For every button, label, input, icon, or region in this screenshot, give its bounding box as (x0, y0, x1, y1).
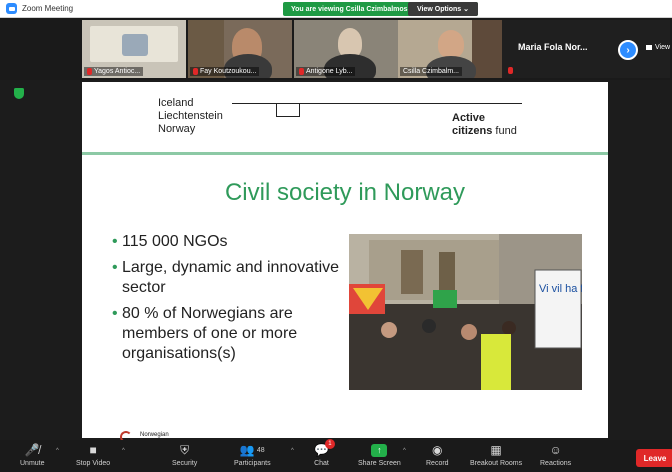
chat-unread-badge: 1 (324, 439, 335, 449)
view-options-label: View Options ⌄ (416, 6, 470, 13)
share-screen-icon: ↑ (371, 443, 388, 457)
header-divider (82, 152, 608, 155)
participant-name: Yagos Antioc... (84, 67, 144, 76)
window-title: Zoom Meeting (22, 4, 74, 13)
sign-text: Vi vil ha flere med (539, 283, 582, 295)
grid-icon (646, 45, 652, 50)
encryption-shield-icon[interactable] (14, 88, 24, 99)
person-face (438, 30, 464, 58)
view-switch[interactable]: View (646, 44, 670, 51)
chat-bubble-icon: 💬 1 (314, 439, 335, 458)
title-bar: Zoom Meeting You are viewing Csilla Czim… (0, 0, 672, 18)
wall-picture (122, 34, 148, 56)
muted-mic-icon (87, 68, 92, 75)
chevron-up-icon[interactable]: ^ (291, 448, 294, 454)
zoom-window: Zoom Meeting You are viewing Csilla Czim… (0, 0, 672, 472)
logo-rule (232, 103, 522, 104)
muted-mic-icon: 🎤̸ (24, 443, 40, 457)
bookshelf (472, 20, 502, 78)
record-button[interactable]: ◉ Record (426, 442, 449, 467)
participants-icon: 👥 48 (239, 443, 265, 457)
shield-icon: ⛨ (180, 442, 190, 457)
meeting-toolbar: 🎤̸ Unmute ^ ■ Stop Video ^ ⛨ Security 👥 4… (0, 439, 672, 472)
muted-mic-icon (299, 68, 304, 75)
bullet-item: • 80 % of Norwegians are members of one o… (112, 305, 298, 362)
leave-button[interactable]: Leave (636, 449, 672, 467)
active-citizens-fund-logo: Active citizens fund (452, 112, 517, 137)
reactions-button[interactable]: ☺ Reactions (540, 442, 571, 467)
participant-tile[interactable]: Fay Koutzoukou... (188, 20, 292, 78)
shared-slide: Iceland Liechtenstein Norway Active citi… (82, 82, 608, 443)
record-icon: ◉ (432, 443, 443, 457)
eea-grants-logo: Iceland Liechtenstein Norway (158, 97, 300, 136)
logo-mark (276, 103, 300, 117)
muted-mic-icon (193, 68, 198, 75)
participant-tile[interactable]: Yagos Antioc... (82, 20, 186, 78)
bullet-list: • 115 000 NGOs • Large, dynamic and innova… (112, 232, 342, 370)
participants-button[interactable]: 👥 48 Participants (234, 442, 271, 467)
footer-text: Norwegian (140, 432, 169, 438)
smiley-icon: ☺ (549, 443, 562, 457)
participant-tile-name-only[interactable]: Maria Fola Nor... (502, 20, 670, 78)
chevron-right-icon: › (626, 44, 630, 56)
participant-name: Maria Fola Nor... (518, 42, 588, 52)
breakout-rooms-icon: ▦ (490, 443, 502, 457)
unmute-button[interactable]: 🎤̸ Unmute (20, 442, 45, 467)
chevron-up-icon[interactable]: ^ (122, 448, 125, 454)
security-button[interactable]: ⛨ Security (172, 442, 197, 468)
share-screen-button[interactable]: ↑ Share Screen (358, 442, 401, 467)
zoom-app-icon (6, 3, 17, 14)
bullet-item: • Large, dynamic and innovative sector (112, 259, 340, 296)
participant-tile[interactable]: Csilla Czimbalm... (398, 20, 502, 78)
chat-button[interactable]: 💬 1 Chat (314, 439, 335, 467)
participant-name: Antigone Lyb... (296, 67, 356, 76)
video-camera-icon: ■ (89, 443, 97, 457)
view-options-button[interactable]: View Options ⌄ (408, 2, 478, 16)
demonstration-photo: Vi vil ha flere med (349, 234, 582, 390)
muted-mic-icon (508, 67, 513, 74)
slide-title: Civil society in Norway (224, 179, 466, 206)
bullet-item: • 115 000 NGOs (112, 233, 228, 250)
chevron-up-icon[interactable]: ^ (56, 448, 59, 454)
screen-share-banner: You are viewing Csilla Czimbalmos NHC's … (283, 2, 478, 16)
participant-name: Fay Koutzoukou... (190, 67, 260, 76)
breakout-rooms-button[interactable]: ▦ Breakout Rooms (470, 442, 522, 467)
participant-tile[interactable]: Antigone Lyb... (294, 20, 398, 78)
next-page-button[interactable]: › (618, 40, 638, 60)
stop-video-button[interactable]: ■ Stop Video (76, 442, 110, 467)
participant-strip: Yagos Antioc... Fay Koutzoukou... Antigo… (0, 18, 672, 80)
participant-name: Csilla Czimbalm... (400, 67, 463, 76)
chevron-up-icon[interactable]: ^ (403, 448, 406, 454)
